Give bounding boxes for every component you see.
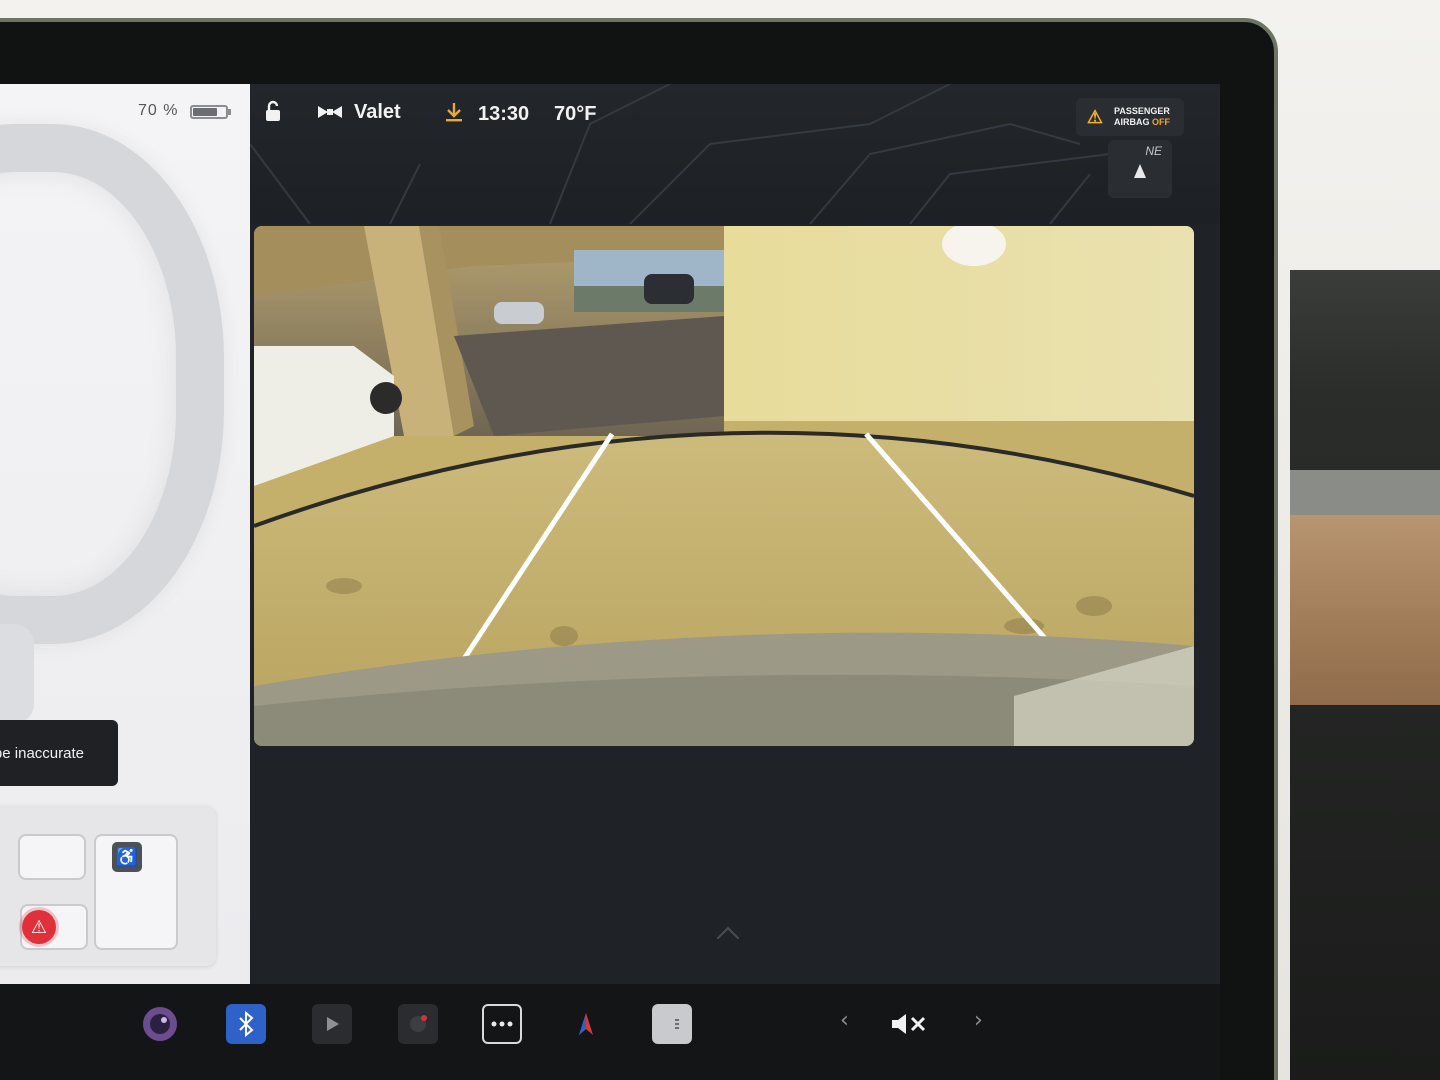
status-bar: Valet 13:30 70°F ⚠ PASSENGER AIRBAG OFF … <box>250 84 1220 224</box>
climate-icon[interactable] <box>652 1004 692 1044</box>
car-status-panel[interactable]: 70 % ay be inaccurate ♿ ⚠ <box>0 84 250 984</box>
mute-volume-icon[interactable] <box>890 1004 930 1044</box>
compass-button[interactable]: NE <box>1108 140 1172 198</box>
valet-mode-label[interactable]: Valet <box>354 101 401 124</box>
rear-camera-view[interactable] <box>254 226 1194 746</box>
volume-next-arrow[interactable]: › <box>974 1008 983 1033</box>
child-seat-icon: ♿ <box>112 842 142 872</box>
car-visualization-base <box>0 624 34 724</box>
camera-feed <box>254 226 1194 746</box>
dashcam-icon[interactable] <box>398 1004 438 1044</box>
battery-tip <box>228 109 231 115</box>
more-apps-icon[interactable] <box>482 1004 522 1044</box>
passenger-airbag-status: ⚠ PASSENGER AIRBAG OFF <box>1076 98 1184 136</box>
display-bezel: 70 % ay be inaccurate ♿ ⚠ <box>0 18 1278 1080</box>
expand-chevron-up-icon[interactable] <box>716 926 740 950</box>
unlock-icon[interactable] <box>262 100 284 122</box>
bottom-dock <box>0 984 1220 1080</box>
seatbelt-warning-icon: ⚠ <box>22 910 56 944</box>
compass-heading: NE <box>1145 144 1162 158</box>
valet-mode-icon <box>318 106 342 118</box>
touchscreen: 70 % ay be inaccurate ♿ ⚠ <box>0 84 1220 1080</box>
airbag-line2-prefix: AIRBAG <box>1114 117 1150 127</box>
bluetooth-icon[interactable] <box>226 1004 266 1044</box>
accuracy-warning-toast: ay be inaccurate <box>0 720 118 786</box>
airbag-off-icon: ⚠ <box>1086 106 1104 127</box>
volume-prev-arrow[interactable]: ‹ <box>840 1008 849 1033</box>
media-player-icon[interactable] <box>312 1004 352 1044</box>
software-update-download-icon[interactable] <box>444 101 464 123</box>
battery-level-fill <box>193 108 217 116</box>
compass-arrow-icon <box>1134 164 1146 178</box>
camera-app-icon[interactable] <box>140 1004 180 1044</box>
airbag-line1: PASSENGER <box>1114 106 1170 116</box>
battery-icon <box>190 105 228 119</box>
navigation-icon[interactable] <box>566 1004 606 1044</box>
clock-time: 13:30 <box>478 103 530 125</box>
dashboard-trim <box>1290 470 1440 515</box>
seat-front-right <box>18 834 86 880</box>
dashboard-wood-trim <box>1290 515 1440 705</box>
battery-percent: 70 % <box>138 102 179 119</box>
outside-temperature: 70°F <box>554 103 597 125</box>
airbag-off-label: OFF <box>1152 117 1171 127</box>
car-visualization-ring <box>0 124 224 644</box>
toast-text: ay be inaccurate <box>0 744 84 762</box>
